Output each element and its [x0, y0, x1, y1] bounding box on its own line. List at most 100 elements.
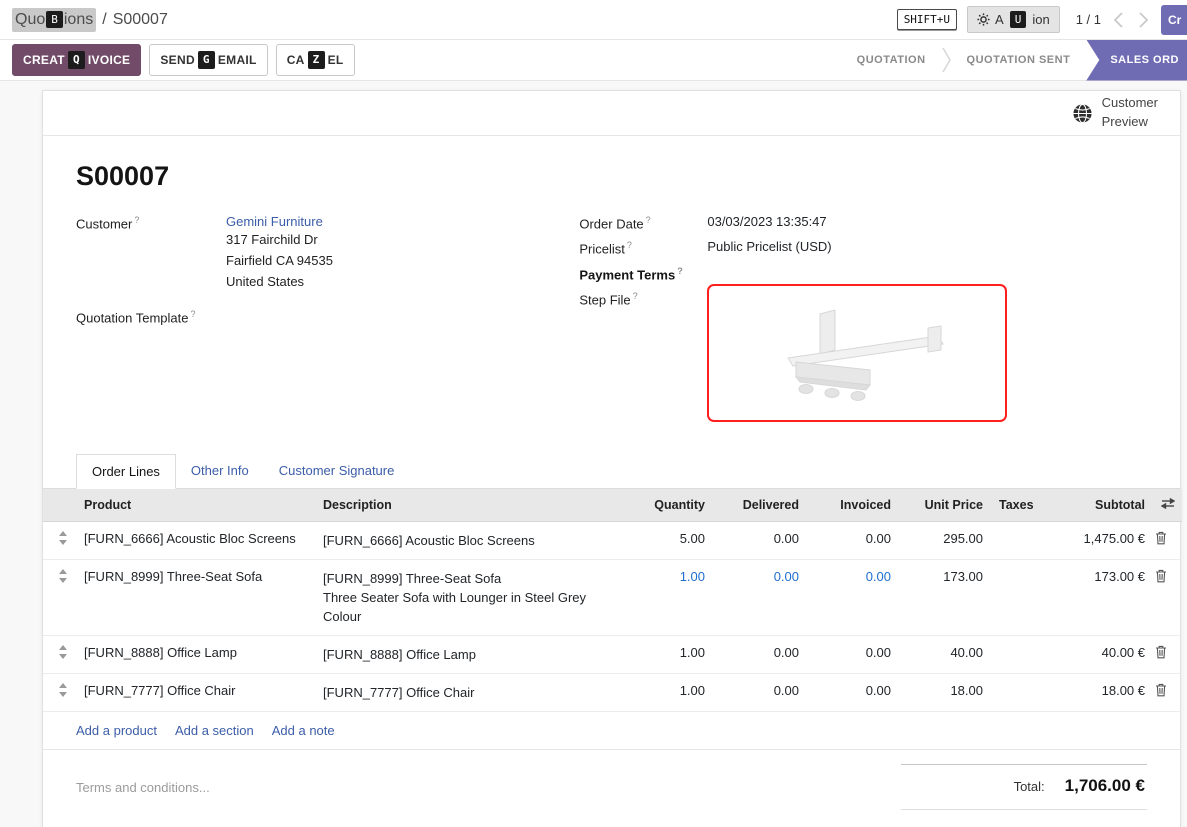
- product-cell[interactable]: [FURN_8888] Office Lamp: [76, 635, 315, 673]
- trash-icon[interactable]: [1155, 683, 1167, 697]
- pricelist-value[interactable]: Public Pricelist (USD): [707, 239, 831, 256]
- shortcut-key-z: Z: [308, 51, 325, 69]
- subtotal-cell: 40.00 €: [1037, 635, 1153, 673]
- create-invoice-button[interactable]: CREAT Q IVOICE: [12, 44, 141, 76]
- taxes-cell[interactable]: [991, 559, 1037, 635]
- drag-handle-icon[interactable]: [58, 531, 68, 545]
- delivered-cell[interactable]: 0.00: [713, 673, 807, 711]
- delivered-cell[interactable]: 0.00: [713, 635, 807, 673]
- cancel-label-pre: CA: [287, 53, 305, 67]
- order-date-value[interactable]: 03/03/2023 13:35:47: [707, 214, 826, 231]
- delivered-cell[interactable]: 0.00: [713, 559, 807, 635]
- quantity-cell[interactable]: 1.00: [627, 559, 713, 635]
- product-cell[interactable]: [FURN_6666] Acoustic Bloc Screens: [76, 521, 315, 559]
- drag-handle-icon[interactable]: [58, 569, 68, 583]
- handle-cell: [43, 521, 76, 559]
- stage-quotation[interactable]: QUOTATION: [841, 54, 942, 66]
- sheet-header: Customer Preview: [43, 91, 1180, 136]
- unit-price-cell[interactable]: 18.00: [899, 673, 991, 711]
- taxes-cell[interactable]: [991, 635, 1037, 673]
- shortcut-key-u: U: [1010, 11, 1027, 29]
- tab-customer-signature[interactable]: Customer Signature: [264, 454, 410, 489]
- shortcut-key-g: G: [198, 51, 215, 69]
- subtotal-cell: 1,475.00 €: [1037, 521, 1153, 559]
- customer-label: Customer?: [76, 214, 226, 292]
- field-groups: Customer? Gemini Furniture 317 Fairchild…: [43, 214, 1180, 430]
- customer-address: 317 Fairchild Dr Fairfield CA 94535 Unit…: [226, 229, 333, 292]
- send-email-button[interactable]: SEND G EMAIL: [149, 44, 267, 76]
- subtotal-cell: 173.00 €: [1037, 559, 1153, 635]
- unit-price-cell[interactable]: 40.00: [899, 635, 991, 673]
- invoiced-cell[interactable]: 0.00: [807, 635, 899, 673]
- chevron-left-icon: [1114, 12, 1123, 28]
- control-bar: CREAT Q IVOICE SEND G EMAIL CA Z EL QUOT…: [0, 40, 1187, 81]
- delivered-cell[interactable]: 0.00: [713, 521, 807, 559]
- order-line-row-1: [FURN_6666] Acoustic Bloc Screens [FURN_…: [43, 521, 1182, 559]
- quantity-cell[interactable]: 1.00: [627, 635, 713, 673]
- invoiced-cell[interactable]: 0.00: [807, 521, 899, 559]
- invoiced-cell[interactable]: 0.00: [807, 673, 899, 711]
- drag-handle-icon[interactable]: [58, 645, 68, 659]
- add-section-link[interactable]: Add a section: [175, 723, 254, 738]
- unit-price-cell[interactable]: 173.00: [899, 559, 991, 635]
- stage-quotation-sent[interactable]: QUOTATION SENT: [951, 54, 1087, 66]
- drag-handle-icon[interactable]: [58, 683, 68, 697]
- step-file-image[interactable]: [707, 284, 1007, 422]
- payment-terms-label: Payment Terms?: [579, 265, 707, 282]
- description-cell[interactable]: [FURN_8999] Three-Seat Sofa Three Seater…: [315, 559, 627, 635]
- handle-cell: [43, 635, 76, 673]
- trash-icon[interactable]: [1155, 531, 1167, 545]
- add-product-link[interactable]: Add a product: [76, 723, 157, 738]
- stage-separator-icon: [942, 47, 951, 73]
- total-label: Total:: [1014, 779, 1045, 794]
- add-note-link[interactable]: Add a note: [272, 723, 335, 738]
- customer-field-row: Customer? Gemini Furniture 317 Fairchild…: [76, 214, 579, 292]
- customer-preview-button[interactable]: Customer Preview: [1050, 94, 1180, 132]
- create-button[interactable]: Cr: [1161, 5, 1187, 35]
- delete-line-cell: [1153, 673, 1182, 711]
- pager-previous-button[interactable]: [1111, 12, 1126, 28]
- taxes-cell[interactable]: [991, 521, 1037, 559]
- unit-price-cell[interactable]: 295.00: [899, 521, 991, 559]
- action-buttons: CREAT Q IVOICE SEND G EMAIL CA Z EL: [12, 44, 355, 76]
- tab-order-lines[interactable]: Order Lines: [76, 454, 176, 489]
- product-cell[interactable]: [FURN_8999] Three-Seat Sofa: [76, 559, 315, 635]
- optional-columns-button[interactable]: [1161, 498, 1175, 509]
- odoo-app: Quo B ions / S00007 SHIFT+U: [0, 0, 1187, 827]
- action-menu-button[interactable]: A U ion: [967, 6, 1060, 33]
- pager-count: 1 / 1: [1076, 12, 1101, 27]
- order-date-label: Order Date?: [579, 214, 707, 231]
- statusbar: QUOTATION QUOTATION SENT SALES ORD: [841, 40, 1187, 81]
- globe-icon: [1072, 103, 1093, 124]
- invoiced-cell[interactable]: 0.00: [807, 559, 899, 635]
- product-cell[interactable]: [FURN_7777] Office Chair: [76, 673, 315, 711]
- delivered-column-header: Delivered: [713, 489, 807, 522]
- description-cell[interactable]: [FURN_7777] Office Chair: [315, 673, 627, 711]
- customer-name-link[interactable]: Gemini Furniture: [226, 214, 333, 229]
- taxes-cell[interactable]: [991, 673, 1037, 711]
- description-cell[interactable]: [FURN_8888] Office Lamp: [315, 635, 627, 673]
- subtotal-cell: 18.00 €: [1037, 673, 1153, 711]
- line-add-links: Add a product Add a section Add a note: [43, 712, 1180, 750]
- breadcrumb: Quo B ions / S00007: [12, 8, 168, 32]
- trash-icon[interactable]: [1155, 569, 1167, 583]
- order-line-row-4: [FURN_7777] Office Chair [FURN_7777] Off…: [43, 673, 1182, 711]
- tab-other-info[interactable]: Other Info: [176, 454, 264, 489]
- product-column-header: Product: [76, 489, 315, 522]
- stage-sales-order-active[interactable]: SALES ORD: [1086, 40, 1187, 81]
- trash-icon[interactable]: [1155, 645, 1167, 659]
- shortcut-key-b: B: [46, 11, 63, 29]
- description-cell[interactable]: [FURN_6666] Acoustic Bloc Screens: [315, 521, 627, 559]
- quantity-cell[interactable]: 5.00: [627, 521, 713, 559]
- total-amount: 1,706.00 €: [1065, 776, 1145, 796]
- field-group-right: Order Date? 03/03/2023 13:35:47 Pricelis…: [579, 214, 1147, 430]
- pager-next-button[interactable]: [1136, 12, 1151, 28]
- gear-icon: [977, 13, 990, 26]
- field-group-left: Customer? Gemini Furniture 317 Fairchild…: [76, 214, 579, 430]
- create-invoice-label-pre: CREAT: [23, 53, 65, 67]
- breadcrumb-quotations-link[interactable]: Quo B ions: [12, 8, 96, 32]
- unit-price-column-header: Unit Price: [899, 489, 991, 522]
- cancel-button[interactable]: CA Z EL: [276, 44, 355, 76]
- terms-placeholder[interactable]: Terms and conditions...: [76, 764, 210, 810]
- quantity-cell[interactable]: 1.00: [627, 673, 713, 711]
